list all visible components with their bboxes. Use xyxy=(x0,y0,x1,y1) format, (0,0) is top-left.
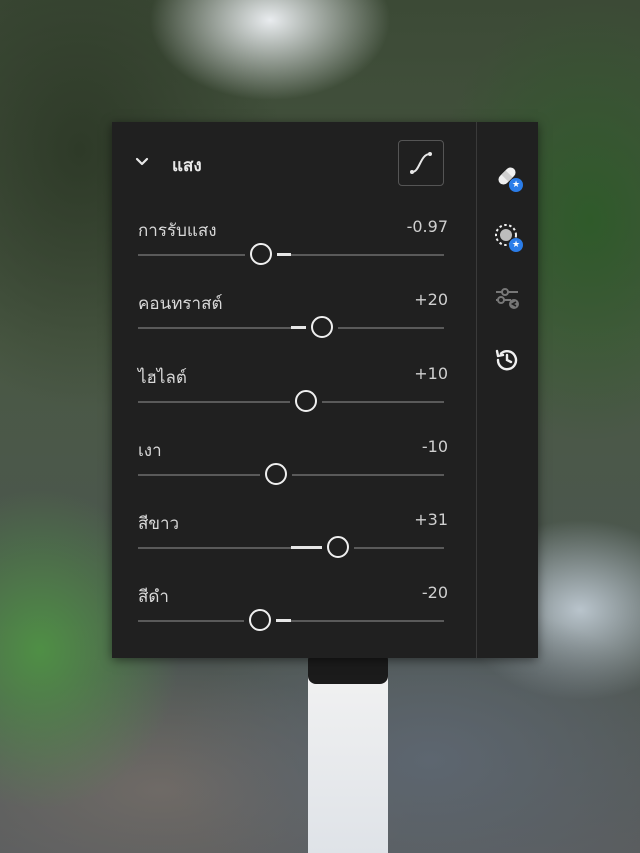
section-header[interactable]: แสง xyxy=(112,140,476,190)
healing-tool-button[interactable]: ★ xyxy=(491,160,523,192)
star-badge-icon: ★ xyxy=(509,178,523,192)
slider-blacks[interactable]: สีดำ -20 xyxy=(138,583,448,645)
slider-track[interactable] xyxy=(138,620,444,622)
slider-thumb[interactable] xyxy=(250,243,273,265)
tone-curve-icon xyxy=(410,152,432,174)
presets-sliders-icon xyxy=(496,288,519,309)
slider-label: ไฮไลต์ xyxy=(138,368,187,388)
slider-whites[interactable]: สีขาว +31 xyxy=(138,510,448,572)
tone-curve-button[interactable] xyxy=(398,140,444,186)
side-toolbar: ★ ★ xyxy=(477,122,538,658)
chevron-down-icon[interactable] xyxy=(134,154,150,170)
masking-tool-button[interactable]: ★ xyxy=(491,220,523,252)
slider-thumb[interactable] xyxy=(249,609,272,631)
slider-value: +31 xyxy=(414,510,448,529)
slider-value: -20 xyxy=(421,583,448,602)
slider-track[interactable] xyxy=(138,254,444,256)
slider-label: สีดำ xyxy=(138,587,169,607)
star-badge-icon: ★ xyxy=(509,238,523,252)
slider-value: +20 xyxy=(414,290,448,309)
slider-label: การรับแสง xyxy=(138,221,217,241)
slider-value: -0.97 xyxy=(406,217,448,236)
slider-value: -10 xyxy=(421,437,448,456)
slider-label: สีขาว xyxy=(138,514,180,534)
slider-exposure[interactable]: การรับแสง -0.97 xyxy=(138,217,448,279)
slider-thumb[interactable] xyxy=(264,463,287,485)
slider-thumb[interactable] xyxy=(327,536,350,558)
edit-panel: แสง การรับแสง -0.97 คอนทราสต์ +20 ไฮไลต์… xyxy=(112,122,538,658)
slider-value: +10 xyxy=(414,364,448,383)
slider-thumb[interactable] xyxy=(310,316,333,338)
slider-label: คอนทราสต์ xyxy=(138,294,223,314)
slider-thumb[interactable] xyxy=(295,390,318,412)
light-section: แสง การรับแสง -0.97 คอนทราสต์ +20 ไฮไลต์… xyxy=(112,122,476,658)
presets-tool-button[interactable] xyxy=(491,282,523,314)
slider-highlights[interactable]: ไฮไลต์ +10 xyxy=(138,364,448,426)
section-title: แสง xyxy=(172,156,202,176)
person-figure xyxy=(308,652,388,853)
slider-contrast[interactable]: คอนทราสต์ +20 xyxy=(138,290,448,352)
history-clock-icon xyxy=(495,349,518,371)
history-tool-button[interactable] xyxy=(491,344,523,376)
slider-label: เงา xyxy=(138,441,162,461)
slider-shadows[interactable]: เงา -10 xyxy=(138,437,448,499)
